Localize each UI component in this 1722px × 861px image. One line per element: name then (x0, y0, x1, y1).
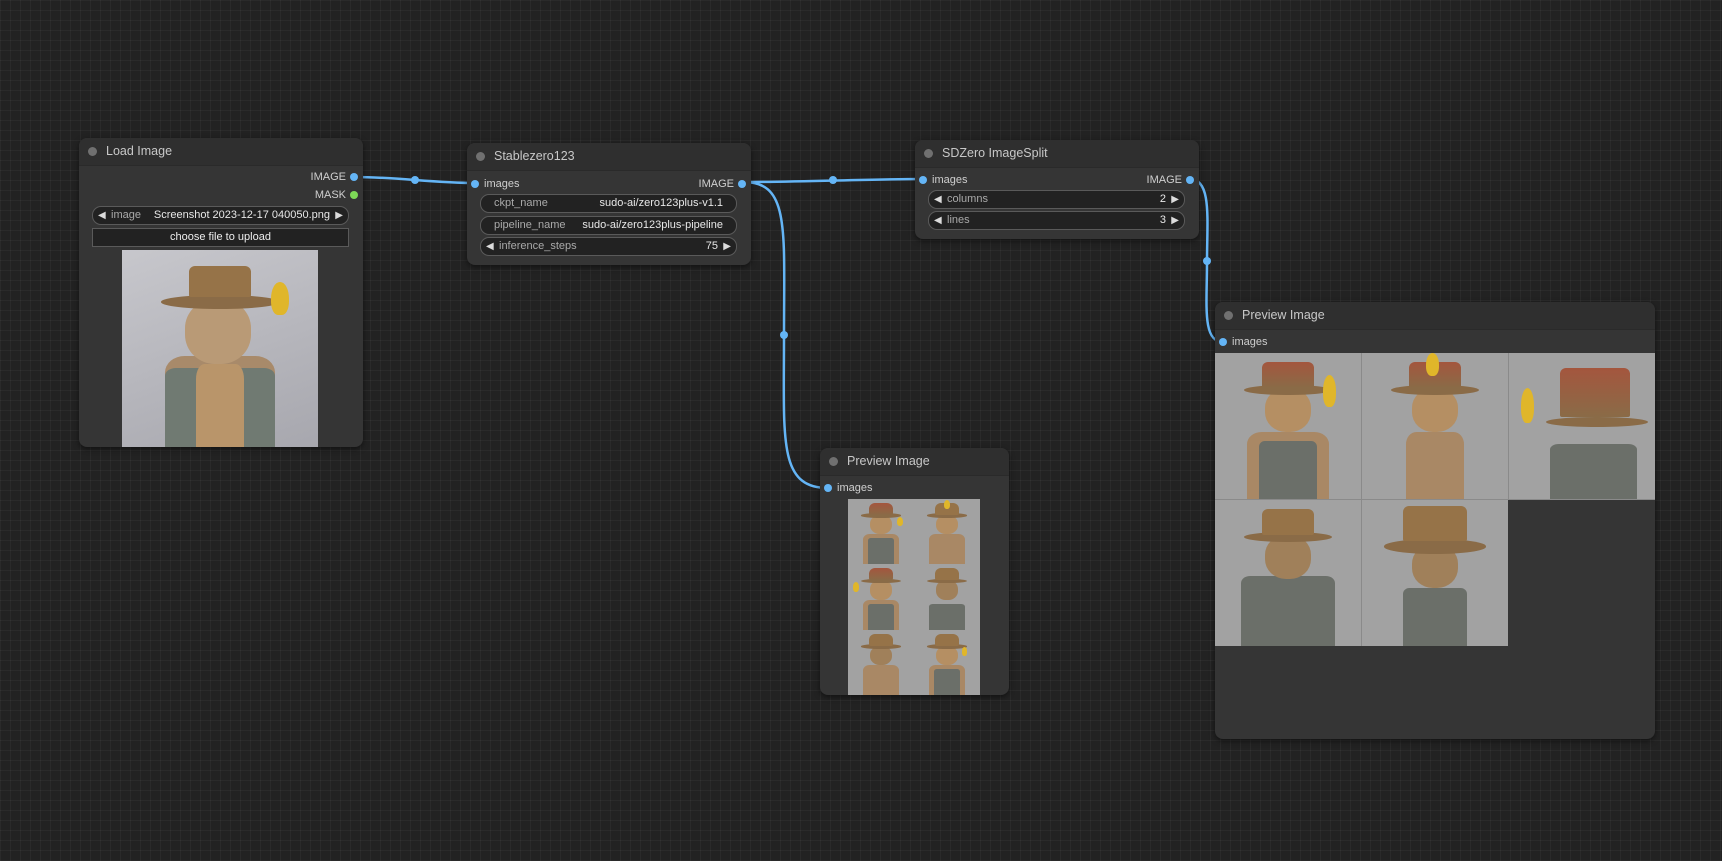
widget-value: 2 (1159, 193, 1166, 205)
node-title-bar[interactable]: Preview Image (820, 448, 1009, 476)
output-mask-label: MASK (314, 189, 346, 201)
arrow-right-icon[interactable]: ▶ (1171, 191, 1179, 208)
input-dot-icon[interactable] (471, 180, 479, 188)
output-image-label: IMAGE (698, 178, 734, 190)
link-stablezero-to-split (743, 177, 923, 184)
lines-widget[interactable]: ◀ lines 3 ▶ (928, 211, 1185, 230)
widget-label: lines (947, 214, 970, 226)
split-view-image[interactable] (1215, 353, 1362, 500)
link-midpoint-dot (411, 176, 419, 184)
arrow-right-icon[interactable]: ▶ (723, 238, 731, 255)
arrow-right-icon[interactable]: ▶ (335, 207, 343, 224)
output-image[interactable]: IMAGE (311, 170, 358, 184)
link-stablezero-to-preview-small (743, 180, 829, 490)
node-title: Stablezero123 (494, 149, 575, 163)
node-title: SDZero ImageSplit (942, 146, 1048, 160)
output-dot-icon[interactable] (350, 173, 358, 181)
arrow-left-icon[interactable]: ◀ (486, 238, 494, 255)
preview-image-node-small[interactable]: Preview Image images (820, 448, 1009, 695)
node-title-bar[interactable]: Stablezero123 (467, 143, 751, 171)
widget-value: 3 (1159, 214, 1166, 226)
input-images[interactable]: images (919, 173, 967, 187)
ckpt-name-widget[interactable]: ckpt_name sudo-ai/zero123plus-v1.1 (480, 194, 737, 213)
imagesplit-node[interactable]: SDZero ImageSplit images IMAGE ◀ columns… (915, 140, 1199, 239)
output-image[interactable]: IMAGE (1147, 173, 1194, 187)
node-title: Preview Image (847, 454, 930, 468)
output-image-label: IMAGE (1146, 174, 1182, 186)
columns-widget[interactable]: ◀ columns 2 ▶ (928, 190, 1185, 209)
pipeline-name-widget[interactable]: pipeline_name sudo-ai/zero123plus-pipeli… (480, 216, 737, 235)
split-view-image[interactable] (1215, 500, 1362, 646)
collapse-dot-icon[interactable] (829, 457, 838, 466)
input-images[interactable]: images (824, 481, 872, 495)
split-views-grid (1215, 353, 1655, 647)
collapse-dot-icon[interactable] (88, 147, 97, 156)
link-midpoint-dot (780, 331, 788, 339)
output-dot-icon[interactable] (738, 180, 746, 188)
node-title-bar[interactable]: SDZero ImageSplit (915, 140, 1199, 168)
input-images-label: images (932, 174, 968, 186)
output-dot-icon[interactable] (350, 191, 358, 199)
load-image-node[interactable]: Load Image IMAGE MASK ◀ image Screenshot… (79, 138, 363, 447)
inference-steps-widget[interactable]: ◀ inference_steps 75 ▶ (480, 237, 737, 256)
node-title: Load Image (106, 144, 173, 158)
link-load-to-stablezero (354, 175, 476, 185)
preview-image-node-large[interactable]: Preview Image images (1215, 302, 1655, 739)
arrow-left-icon[interactable]: ◀ (934, 212, 942, 229)
input-images[interactable]: images (1219, 335, 1267, 349)
arrow-left-icon[interactable]: ◀ (98, 207, 106, 224)
widget-value: Screenshot 2023-12-17 040050.png (153, 209, 330, 221)
six-view-grid-image (848, 499, 980, 695)
node-title: Preview Image (1242, 308, 1325, 322)
input-images-label: images (1232, 336, 1268, 348)
loaded-image-preview (122, 250, 318, 447)
widget-label: image (111, 209, 141, 221)
input-images-label: images (837, 482, 873, 494)
input-images-label: images (484, 178, 520, 190)
widget-label: columns (947, 193, 988, 205)
output-image-label: IMAGE (310, 171, 346, 183)
widget-value: 75 (705, 240, 718, 252)
split-view-image[interactable] (1362, 500, 1508, 646)
scarecrow-photo-image (122, 250, 318, 447)
node-title-bar[interactable]: Load Image (79, 138, 363, 166)
widget-value: sudo-ai/zero123plus-pipeline (582, 219, 723, 231)
widget-label: inference_steps (499, 240, 577, 252)
output-image[interactable]: IMAGE (699, 177, 746, 191)
output-mask[interactable]: MASK (315, 188, 358, 202)
widget-label: pipeline_name (494, 219, 566, 231)
output-dot-icon[interactable] (1186, 176, 1194, 184)
input-images[interactable]: images (471, 177, 519, 191)
collapse-dot-icon[interactable] (476, 152, 485, 161)
widget-value: sudo-ai/zero123plus-v1.1 (599, 197, 723, 209)
collapse-dot-icon[interactable] (1224, 311, 1233, 320)
arrow-right-icon[interactable]: ▶ (1171, 212, 1179, 229)
link-midpoint-dot (1203, 257, 1211, 265)
arrow-left-icon[interactable]: ◀ (934, 191, 942, 208)
image-combo-widget[interactable]: ◀ image Screenshot 2023-12-17 040050.png… (92, 206, 349, 225)
input-dot-icon[interactable] (824, 484, 832, 492)
input-dot-icon[interactable] (919, 176, 927, 184)
split-view-image[interactable] (1362, 353, 1509, 500)
widget-label: ckpt_name (494, 197, 548, 209)
stablezero123-node[interactable]: Stablezero123 images IMAGE ckpt_name sud… (467, 143, 751, 265)
collapse-dot-icon[interactable] (924, 149, 933, 158)
link-midpoint-dot (829, 176, 837, 184)
choose-file-button[interactable]: choose file to upload (92, 228, 349, 247)
input-dot-icon[interactable] (1219, 338, 1227, 346)
split-view-image[interactable] (1509, 353, 1655, 500)
node-title-bar[interactable]: Preview Image (1215, 302, 1655, 330)
